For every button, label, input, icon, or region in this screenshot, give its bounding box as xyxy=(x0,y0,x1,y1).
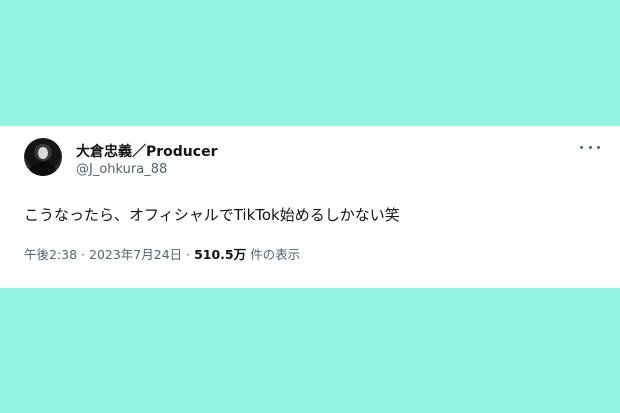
tweet-meta: 午後2:38 · 2023年7月24日 · 510.5万 件の表示 xyxy=(24,244,300,263)
tweet-card: 大倉忠義／Producer @J_ohkura_88 こうなったら、オフィシャル… xyxy=(0,126,620,288)
views-label: 件の表示 xyxy=(246,247,301,262)
more-dot xyxy=(597,145,600,149)
meta-separator: · xyxy=(182,247,195,262)
tweet-time[interactable]: 午後2:38 xyxy=(24,247,77,262)
more-dot xyxy=(588,145,592,149)
user-handle[interactable]: @J_ohkura_88 xyxy=(76,162,167,177)
views-count: 510.5万 xyxy=(194,247,247,262)
more-options-icon[interactable] xyxy=(580,140,600,154)
meta-separator: · xyxy=(77,247,89,262)
avatar[interactable] xyxy=(24,138,62,176)
avatar-shoulders xyxy=(30,162,56,176)
tweet-date[interactable]: 2023年7月24日 xyxy=(89,247,182,262)
avatar-face xyxy=(38,147,48,159)
display-name[interactable]: 大倉忠義／Producer xyxy=(76,141,217,161)
tweet-text: こうなったら、オフィシャルでTikTok始めるしかない笑 xyxy=(24,206,400,224)
more-dot xyxy=(580,145,583,149)
